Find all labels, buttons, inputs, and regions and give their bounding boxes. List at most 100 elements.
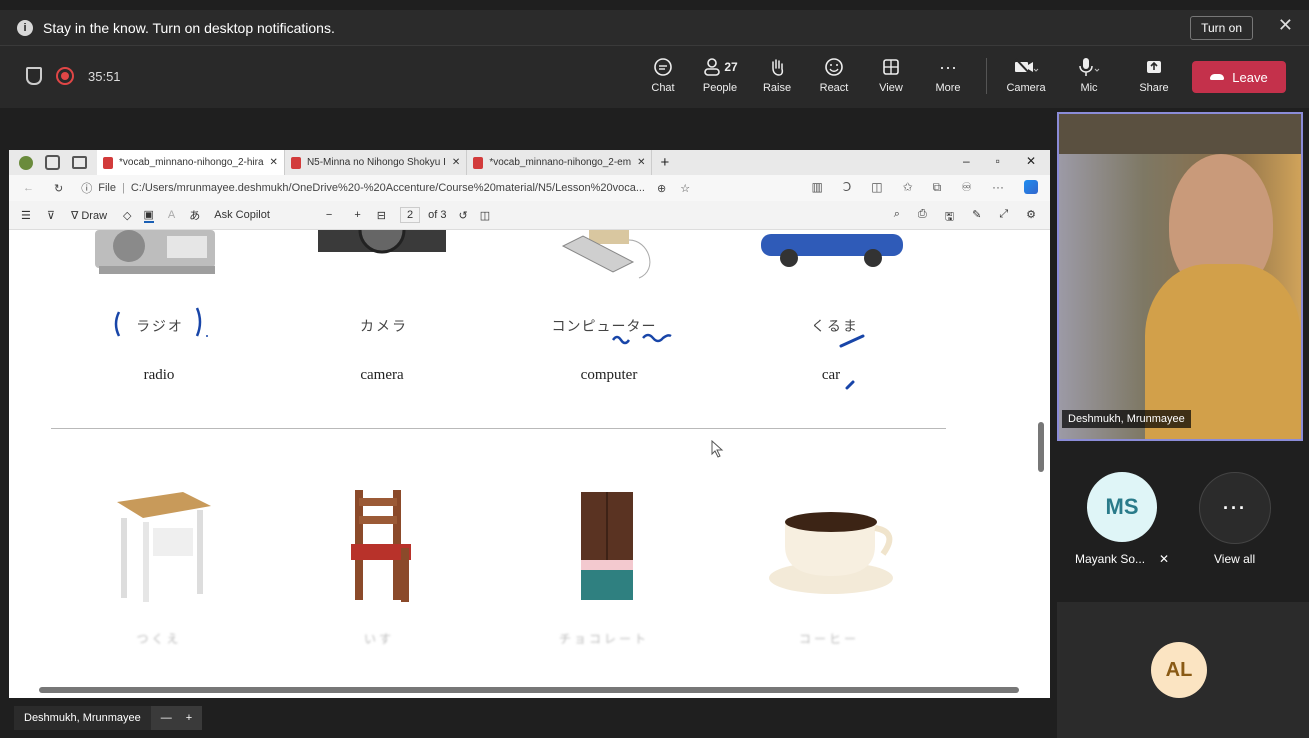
close-tab-icon[interactable]: ✕ <box>452 157 460 168</box>
settings-icon[interactable]: ⚙ <box>1026 208 1036 227</box>
zoom-icon[interactable]: ⊕ <box>657 182 666 195</box>
ink-annotation <box>611 333 672 345</box>
page-number-input[interactable]: 2 <box>399 207 421 223</box>
scrollbar-thumb[interactable] <box>39 687 1019 693</box>
chat-button[interactable]: Chat <box>637 54 689 102</box>
presenter-video-tile[interactable] <box>1057 112 1303 441</box>
chair-image <box>351 490 411 602</box>
blurred-word: つくえ <box>136 632 182 646</box>
fit-page-icon[interactable]: ⊟ <box>377 209 386 222</box>
participant-tile-al[interactable]: AL <box>1057 602 1309 738</box>
rotate-icon[interactable]: ↺ <box>458 209 467 222</box>
view-button[interactable]: View <box>865 54 917 102</box>
print-icon[interactable]: ⎙ <box>918 208 927 227</box>
info-icon: ⓘ <box>81 183 93 195</box>
restore-icon[interactable]: ▫ <box>996 154 1000 168</box>
view-icon <box>881 54 901 80</box>
shield-icon <box>26 67 42 85</box>
split-screen-icon[interactable]: ◫ <box>871 180 882 195</box>
search-icon[interactable]: ⌕ <box>894 208 900 227</box>
mic-icon <box>1076 54 1102 80</box>
refresh-icon[interactable]: ↻ <box>54 182 63 195</box>
read-aloud-icon[interactable]: A <box>168 209 175 221</box>
scrollbar-thumb[interactable] <box>1038 422 1044 472</box>
browser-window-icons <box>9 155 97 170</box>
camera-off-icon <box>1013 54 1039 80</box>
raise-hand-icon <box>767 54 787 80</box>
favorite-star-icon[interactable]: ☆ <box>680 182 690 195</box>
people-button[interactable]: 27 People <box>694 54 746 102</box>
contents-icon[interactable]: ☰ <box>21 209 31 222</box>
zoom-in-icon[interactable]: + <box>354 209 360 221</box>
en-word-car: car <box>821 367 841 383</box>
pdf-icon <box>473 156 484 169</box>
camera-button[interactable]: Camera <box>997 54 1055 102</box>
more-button[interactable]: ··· More <box>922 54 974 102</box>
people-count: 27 <box>724 60 738 74</box>
view-all-label: View all <box>1214 552 1256 566</box>
share-icon <box>1144 54 1164 80</box>
tab-actions-icon[interactable] <box>72 156 87 169</box>
tab-vocab-hira[interactable]: *vocab_minnano-nihongo_2-hira ✕ <box>97 150 285 175</box>
view-all-button[interactable]: ··· <box>1199 472 1271 544</box>
horizontal-scrollbar[interactable] <box>9 684 1039 696</box>
react-button[interactable]: React <box>808 54 860 102</box>
ink-annotation <box>114 307 208 337</box>
window-controls: – ▫ ✕ <box>963 154 1036 168</box>
extension-icon[interactable]: ▥ <box>811 180 822 195</box>
close-tab-icon[interactable]: ✕ <box>637 157 645 168</box>
mic-button[interactable]: Mic <box>1063 54 1115 102</box>
phone-icon <box>1210 74 1225 80</box>
close-window-icon[interactable]: ✕ <box>1026 154 1036 168</box>
avatar-ms[interactable]: MS <box>1087 472 1157 542</box>
page-view-icon[interactable]: ◫ <box>480 209 490 222</box>
en-word-computer: computer <box>580 367 638 383</box>
minimize-icon[interactable]: – <box>963 154 970 168</box>
settings-more-icon[interactable]: ··· <box>992 180 1004 195</box>
leave-button[interactable]: Leave <box>1192 61 1286 93</box>
ask-copilot-button[interactable]: Ask Copilot <box>214 209 270 221</box>
translate-button[interactable]: あ <box>189 207 200 223</box>
save-icon[interactable]: 🖫 <box>945 208 954 227</box>
back-icon[interactable]: ← <box>23 182 34 194</box>
save-as-icon[interactable]: ✎ <box>972 208 981 227</box>
collections-icon[interactable]: ⧉ <box>933 180 942 195</box>
raise-hand-button[interactable]: Raise <box>751 54 803 102</box>
profile-icon[interactable] <box>19 155 33 170</box>
close-icon[interactable]: ✕ <box>1278 15 1293 36</box>
more-icon: ··· <box>939 56 957 77</box>
people-icon: 27 <box>702 54 738 80</box>
pdf-toolbar: ☰ ⊽ ∇ Draw ◇ ▣ A あ Ask Copilot − + ⊟ 2 o… <box>9 201 1050 230</box>
text-box-icon[interactable]: ▣ <box>143 208 154 223</box>
turn-on-button[interactable]: Turn on <box>1190 16 1253 40</box>
section-divider <box>51 428 946 429</box>
computer-image <box>561 230 651 279</box>
highlight-icon[interactable]: ⊽ <box>47 209 55 222</box>
info-icon: i <box>17 19 33 36</box>
extension-icon[interactable]: Ↄ <box>843 180 851 195</box>
desk-image <box>117 492 211 602</box>
draw-button[interactable]: ∇ Draw <box>71 209 107 222</box>
url-field[interactable]: ⓘ File | C:/Users/mrunmayee.deshmukh/One… <box>81 180 645 196</box>
notification-bar: i Stay in the know. Turn on desktop noti… <box>0 10 1309 46</box>
toolbar-divider <box>986 58 987 94</box>
mic-muted-icon: ✕ <box>1159 552 1170 566</box>
participant-ms-label: Mayank So... ✕ <box>1075 552 1169 566</box>
fullscreen-icon[interactable]: ⤢ <box>999 208 1008 227</box>
vertical-scrollbar[interactable] <box>1036 230 1046 682</box>
zoom-out-icon[interactable]: − <box>326 209 332 221</box>
zoom-out-icon[interactable]: — <box>161 712 172 724</box>
react-icon <box>824 54 844 80</box>
tab-vocab-em[interactable]: *vocab_minnano-nihongo_2-em ✕ <box>467 150 653 175</box>
share-button[interactable]: Share <box>1128 54 1180 102</box>
close-tab-icon[interactable]: ✕ <box>270 157 278 168</box>
copilot-icon[interactable] <box>1024 180 1038 194</box>
favorites-icon[interactable]: ✩ <box>903 180 913 195</box>
erase-icon[interactable]: ◇ <box>123 209 131 222</box>
tab-n5-minna[interactable]: N5-Minna no Nihongo Shokyu I ✕ <box>285 150 468 175</box>
new-tab-icon[interactable]: + <box>660 154 669 171</box>
extension-icon[interactable]: ♾ <box>961 180 972 195</box>
zoom-in-icon[interactable]: + <box>186 712 192 724</box>
workspaces-icon[interactable] <box>45 155 60 170</box>
sharing-name: Deshmukh, Mrunmayee <box>24 712 141 724</box>
